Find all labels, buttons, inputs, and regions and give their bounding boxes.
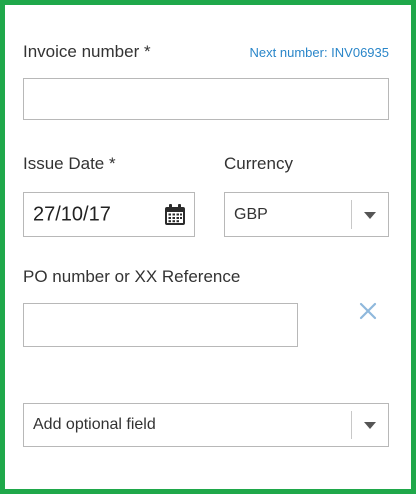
currency-label: Currency — [224, 154, 293, 173]
add-optional-field-select[interactable]: Add optional field — [23, 403, 389, 447]
select-divider — [351, 200, 352, 229]
invoice-number-input[interactable] — [23, 78, 389, 120]
issue-date-field[interactable]: 27/10/17 — [23, 192, 195, 237]
issue-date-label: Issue Date * — [23, 154, 116, 173]
invoice-form-panel: Invoice number * Next number: INV06935 I… — [0, 0, 416, 494]
optional-field-selected-value: Add optional field — [33, 416, 156, 433]
next-number-link[interactable]: Next number: INV06935 — [250, 45, 389, 60]
invoice-number-label: Invoice number * — [23, 42, 151, 61]
close-icon[interactable] — [358, 301, 378, 321]
chevron-down-icon — [364, 422, 376, 429]
select-divider — [351, 411, 352, 439]
chevron-down-icon — [364, 211, 376, 219]
po-reference-label: PO number or XX Reference — [23, 267, 241, 286]
currency-selected-value: GBP — [234, 205, 268, 223]
calendar-icon[interactable] — [164, 203, 186, 226]
currency-select[interactable]: GBP — [224, 192, 389, 237]
issue-date-value: 27/10/17 — [33, 203, 111, 225]
po-reference-input[interactable] — [23, 303, 298, 347]
